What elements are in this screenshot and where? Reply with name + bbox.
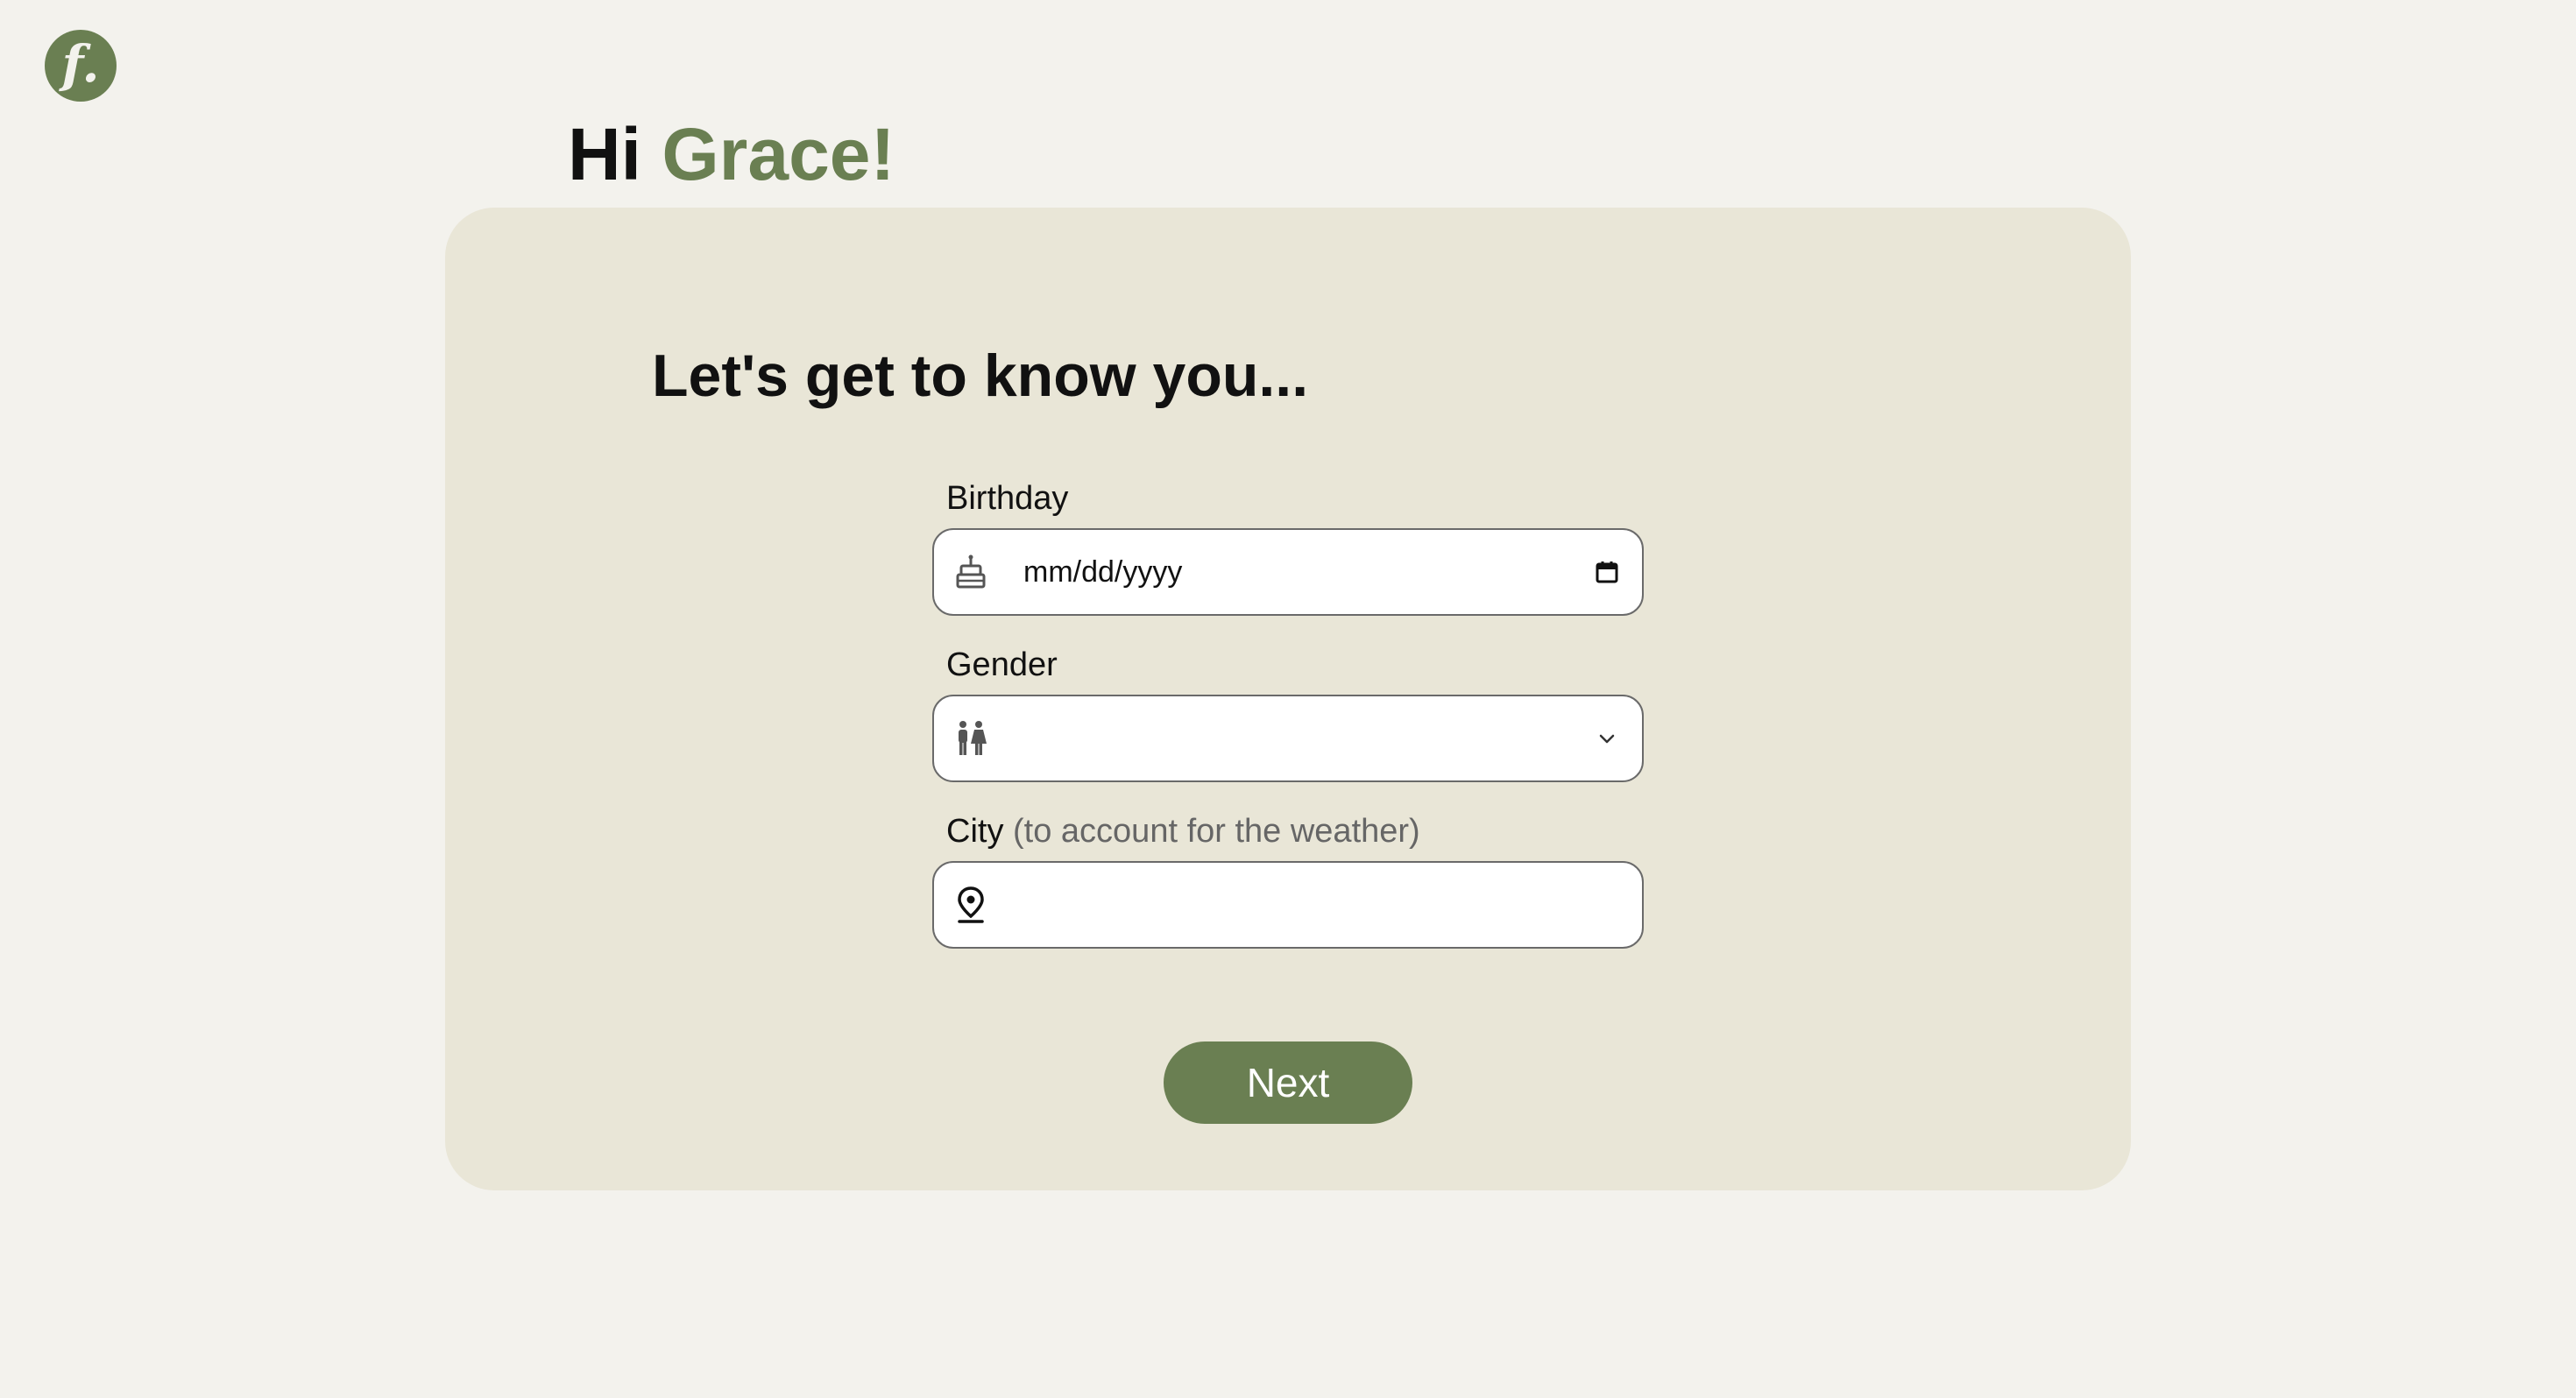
city-label-text: City (946, 813, 1004, 850)
next-button[interactable]: Next (1164, 1041, 1412, 1124)
birthday-field[interactable]: mm/dd/yyyy (932, 528, 1644, 616)
city-hint: (to account for the weather) (1013, 813, 1420, 850)
form-heading: Let's get to know you... (652, 342, 1309, 409)
city-input[interactable] (932, 861, 1644, 949)
calendar-icon[interactable] (1593, 558, 1621, 586)
location-pin-icon (953, 886, 988, 924)
logo-letter: f. (61, 34, 100, 94)
birthday-placeholder: mm/dd/yyyy (1023, 554, 1183, 589)
greeting-name: Grace! (662, 113, 895, 195)
onboarding-card: Let's get to know you... Birthday mm/dd/… (445, 208, 2131, 1190)
chevron-down-icon[interactable] (1593, 724, 1621, 752)
birthday-label: Birthday (946, 480, 1069, 517)
greeting-prefix: Hi (568, 113, 662, 195)
gender-select[interactable] (932, 695, 1644, 782)
city-label: City (to account for the weather) (946, 812, 1420, 852)
logo[interactable]: f. (45, 30, 117, 102)
greeting-heading: Hi Grace! (568, 114, 895, 194)
gender-label: Gender (946, 646, 1058, 683)
cake-icon (953, 553, 988, 591)
people-icon (953, 719, 988, 758)
